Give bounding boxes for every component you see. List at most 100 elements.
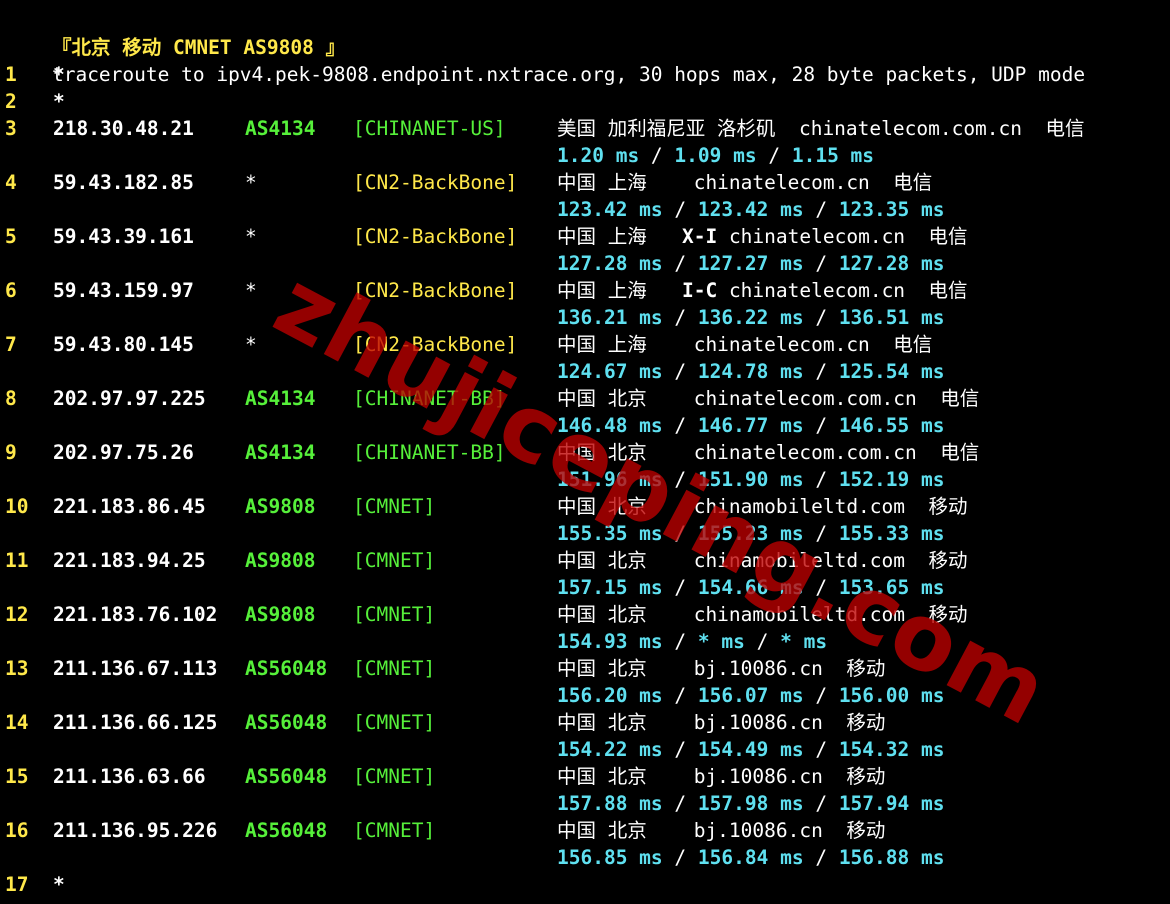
hop-location: 中国 上海 I-C chinatelecom.cn 电信 bbox=[557, 277, 968, 304]
rtt-value: 154.93 ms bbox=[557, 630, 663, 653]
hop-location: 中国 上海 X-I chinatelecom.cn 电信 bbox=[557, 223, 968, 250]
rtt-value: 127.27 ms bbox=[697, 252, 804, 275]
rtt-value: 124.67 ms bbox=[557, 360, 663, 383]
hop-number: 10 bbox=[5, 495, 29, 518]
rtt-separator: / bbox=[662, 792, 698, 815]
hop-row: 3 218.30.48.21 AS4134 [CHINANET-US] 美国 加利福尼亚… bbox=[5, 115, 1165, 142]
hop-asn: AS4134 bbox=[245, 117, 316, 140]
hop-rtt: 157.88 ms / 157.98 ms / 157.94 ms bbox=[557, 790, 944, 817]
rtt-separator: / bbox=[803, 252, 839, 275]
rtt-value: * ms bbox=[780, 630, 828, 653]
hop-asn: * bbox=[245, 225, 257, 248]
hop-row: 4 59.43.182.85 * [CN2-BackBone] 中国 上海 chinat… bbox=[5, 169, 1165, 196]
hop-row: 1 * bbox=[5, 61, 1165, 88]
rtt-separator: / bbox=[803, 738, 839, 761]
rtt-value: 157.88 ms bbox=[557, 792, 663, 815]
rtt-value: 154.49 ms bbox=[697, 738, 804, 761]
hop-ip: 211.136.63.66 bbox=[53, 765, 206, 788]
hop-number: 2 bbox=[5, 90, 17, 113]
hop-number: 13 bbox=[5, 657, 29, 680]
rtt-separator: / bbox=[662, 576, 698, 599]
hop-ip: 211.136.67.113 bbox=[53, 657, 218, 680]
rtt-value: 127.28 ms bbox=[557, 252, 663, 275]
rtt-value: 156.88 ms bbox=[838, 846, 945, 869]
hop-asn: AS56048 bbox=[245, 765, 328, 788]
hop-rtt-row: 155.35 ms / 155.23 ms / 155.33 ms bbox=[5, 520, 1165, 547]
hop-row: 17 * bbox=[5, 871, 1165, 898]
rtt-value: 1.15 ms bbox=[791, 144, 875, 167]
trace-title-line: 『北京 移动 CMNET AS9808 』 bbox=[5, 7, 1165, 59]
rtt-separator: / bbox=[662, 522, 698, 545]
hop-ip: 218.30.48.21 bbox=[53, 117, 194, 140]
hop-number: 17 bbox=[5, 873, 29, 896]
hop-number: 14 bbox=[5, 711, 29, 734]
hop-ip: 221.183.76.102 bbox=[53, 603, 218, 626]
hop-network-tag: [CN2-BackBone] bbox=[353, 279, 518, 302]
hop-network-tag: [CN2-BackBone] bbox=[353, 225, 518, 248]
rtt-value: 125.54 ms bbox=[838, 360, 945, 383]
rtt-value: 155.35 ms bbox=[557, 522, 663, 545]
hop-location: 中国 北京 chinamobileltd.com 移动 bbox=[557, 495, 968, 518]
rtt-separator: / bbox=[803, 414, 839, 437]
hop-asn: AS9808 bbox=[245, 495, 316, 518]
rtt-value: 153.65 ms bbox=[838, 576, 945, 599]
hop-rtt-row: 157.88 ms / 157.98 ms / 157.94 ms bbox=[5, 790, 1165, 817]
hop-asn: AS9808 bbox=[245, 603, 316, 626]
hop-ip: 59.43.39.161 bbox=[53, 225, 194, 248]
hop-timeout: * bbox=[53, 873, 65, 896]
hop-location: 中国 北京 chinamobileltd.com 移动 bbox=[557, 549, 968, 572]
hop-rtt-row: 124.67 ms / 124.78 ms / 125.54 ms bbox=[5, 358, 1165, 385]
hop-rtt-row: 146.48 ms / 146.77 ms / 146.55 ms bbox=[5, 412, 1165, 439]
hop-rtt: 136.21 ms / 136.22 ms / 136.51 ms bbox=[557, 304, 944, 331]
rtt-separator: / bbox=[662, 414, 698, 437]
rtt-separator: / bbox=[744, 630, 781, 653]
rtt-separator: / bbox=[662, 306, 698, 329]
rtt-value: 146.48 ms bbox=[557, 414, 663, 437]
hop-rtt-row: 127.28 ms / 127.27 ms / 127.28 ms bbox=[5, 250, 1165, 277]
hop-location: 中国 北京 bj.10086.cn 移动 bbox=[557, 711, 886, 734]
hop-network-tag: [CHINANET-BB] bbox=[353, 441, 506, 464]
hop-rtt: 156.85 ms / 156.84 ms / 156.88 ms bbox=[557, 844, 944, 871]
hop-row: 10 221.183.86.45 AS9808 [CMNET] 中国 北京 chinam… bbox=[5, 493, 1165, 520]
rtt-value: 155.23 ms bbox=[697, 522, 804, 545]
hop-row: 13 211.136.67.113 AS56048 [CMNET] 中国 北京 bj.1… bbox=[5, 655, 1165, 682]
hop-row: 6 59.43.159.97 * [CN2-BackBone] 中国 上海 I-C ch… bbox=[5, 277, 1165, 304]
rtt-value: 156.85 ms bbox=[557, 846, 663, 869]
rtt-value: 123.42 ms bbox=[697, 198, 804, 221]
hop-rtt-row: 154.22 ms / 154.49 ms / 154.32 ms bbox=[5, 736, 1165, 763]
hop-location-region: 中国 上海 bbox=[557, 225, 682, 248]
hop-rtt-row: 157.15 ms / 154.66 ms / 153.65 ms bbox=[5, 574, 1165, 601]
rtt-value: 1.09 ms bbox=[674, 144, 757, 167]
rtt-separator: / bbox=[662, 198, 698, 221]
hop-rtt-row: 151.96 ms / 151.90 ms / 152.19 ms bbox=[5, 466, 1165, 493]
rtt-value: 157.94 ms bbox=[838, 792, 945, 815]
hop-network-tag: [CMNET] bbox=[353, 603, 436, 626]
rtt-separator: / bbox=[639, 144, 675, 167]
hop-location: 中国 上海 chinatelecom.cn 电信 bbox=[557, 171, 933, 194]
hop-location-domain: chinatelecom.cn 电信 bbox=[717, 279, 968, 302]
hop-row: 16 211.136.95.226 AS56048 [CMNET] 中国 北京 bj.1… bbox=[5, 817, 1165, 844]
hop-location-code: I-C bbox=[681, 279, 718, 302]
rtt-value: 136.22 ms bbox=[697, 306, 804, 329]
hop-ip: 211.136.95.226 bbox=[53, 819, 218, 842]
rtt-separator: / bbox=[662, 252, 698, 275]
rtt-value: 123.42 ms bbox=[557, 198, 663, 221]
hop-number: 4 bbox=[5, 171, 17, 194]
rtt-separator: / bbox=[662, 630, 698, 653]
rtt-value: 146.77 ms bbox=[697, 414, 804, 437]
rtt-separator: / bbox=[803, 306, 839, 329]
hop-asn: * bbox=[245, 171, 257, 194]
hop-location-region: 中国 上海 bbox=[557, 279, 682, 302]
hop-number: 16 bbox=[5, 819, 29, 842]
hop-number: 5 bbox=[5, 225, 17, 248]
rtt-separator: / bbox=[662, 468, 698, 491]
hop-number: 9 bbox=[5, 441, 17, 464]
hop-network-tag: [CHINANET-US] bbox=[353, 117, 506, 140]
hop-ip: 202.97.97.225 bbox=[53, 387, 206, 410]
hop-row: 2 * bbox=[5, 88, 1165, 115]
hop-list: 1 * 2 * 3 218.30.48.21 AS4134 [CHINANET-US] 美国 加… bbox=[5, 61, 1165, 898]
hop-location: 中国 北京 bj.10086.cn 移动 bbox=[557, 657, 886, 680]
hop-row: 5 59.43.39.161 * [CN2-BackBone] 中国 上海 X-I ch… bbox=[5, 223, 1165, 250]
hop-rtt: 124.67 ms / 124.78 ms / 125.54 ms bbox=[557, 358, 944, 385]
hop-rtt: 123.42 ms / 123.42 ms / 123.35 ms bbox=[557, 196, 944, 223]
